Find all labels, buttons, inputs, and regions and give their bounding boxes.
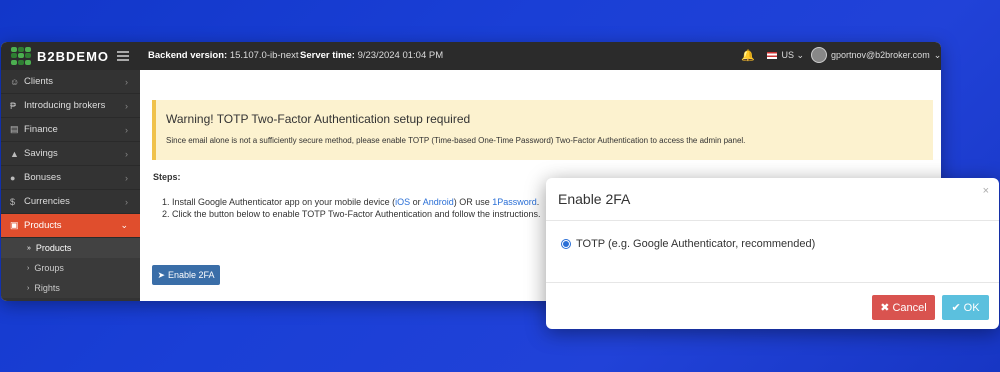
chevron-right-icon: › bbox=[125, 148, 128, 159]
close-icon[interactable]: × bbox=[983, 185, 989, 197]
sidebar-item-label: Currencies bbox=[24, 196, 70, 207]
logo-icon bbox=[11, 47, 31, 65]
sidebar-subitem-rights[interactable]: › Rights bbox=[1, 278, 140, 298]
modal-title: Enable 2FA bbox=[558, 191, 631, 207]
menu-toggle-icon[interactable] bbox=[117, 51, 129, 63]
sidebar-item-clients[interactable]: ☺ Clients › bbox=[1, 70, 140, 94]
sidebar-subitem-label: Groups bbox=[34, 263, 64, 273]
sidebar-item-savings[interactable]: ▲ Savings › bbox=[1, 142, 140, 166]
brand-name: B2BDEMO bbox=[37, 48, 110, 64]
server-label: Server time: bbox=[300, 50, 355, 61]
server-time: Server time: 9/23/2024 01:04 PM bbox=[300, 50, 443, 61]
step-1-or: or bbox=[412, 197, 421, 207]
steps-title: Steps: bbox=[153, 172, 181, 182]
chevron-down-icon: ⌄ bbox=[796, 50, 805, 60]
sidebar-item-label: Clients bbox=[24, 76, 54, 87]
dollar-icon: $ bbox=[10, 196, 16, 207]
bonus-icon: ● bbox=[10, 172, 16, 183]
savings-icon: ▲ bbox=[10, 148, 19, 159]
money-icon: ▤ bbox=[10, 124, 19, 134]
sidebar-item-bonuses[interactable]: ● Bonuses › bbox=[1, 166, 140, 190]
warning-title: Warning! TOTP Two-Factor Authentication … bbox=[166, 112, 471, 126]
ib-icon: ₱ bbox=[10, 100, 17, 111]
warning-text: Since email alone is not a sufficiently … bbox=[166, 136, 746, 145]
language-selector[interactable]: US ⌄ bbox=[767, 50, 804, 61]
arrow-right-icon: › bbox=[27, 264, 30, 272]
sidebar-subitem-label: Rights bbox=[34, 283, 60, 293]
sidebar-item-currencies[interactable]: $ Currencies › bbox=[1, 190, 140, 214]
ok-button[interactable]: ✔ OK bbox=[942, 295, 989, 320]
brand[interactable]: B2BDEMO bbox=[11, 47, 109, 65]
chevron-down-icon: ⌄ bbox=[933, 49, 941, 60]
divider bbox=[546, 282, 999, 283]
totp-radio[interactable] bbox=[561, 239, 571, 249]
chevron-down-icon: ⌄ bbox=[120, 220, 128, 230]
enable-2fa-button[interactable]: ➤ Enable 2FA bbox=[152, 265, 220, 285]
backend-label: Backend version: bbox=[148, 50, 228, 61]
sidebar-item-label: Bonuses bbox=[24, 172, 61, 183]
server-value: 9/23/2024 01:04 PM bbox=[357, 50, 444, 61]
sidebar: ☺ Clients › ₱ Introducing brokers › ▤ Fi… bbox=[1, 70, 140, 301]
divider bbox=[546, 220, 999, 221]
sidebar-item-label: Savings bbox=[24, 148, 58, 159]
arrow-right-icon: › bbox=[27, 284, 30, 292]
step-1-suffix: . bbox=[536, 197, 540, 207]
steps-list: 1. Install Google Authenticator app on y… bbox=[162, 196, 541, 220]
android-link[interactable]: Android bbox=[423, 197, 454, 207]
arrow-circle-icon: ➤ bbox=[157, 269, 165, 280]
sidebar-item-introducing-brokers[interactable]: ₱ Introducing brokers › bbox=[1, 94, 140, 118]
ok-label: OK bbox=[963, 301, 980, 314]
sidebar-item-finance[interactable]: ▤ Finance › bbox=[1, 118, 140, 142]
step-2: 2. Click the button below to enable TOTP… bbox=[162, 209, 541, 219]
check-icon: ✔ bbox=[951, 302, 961, 314]
totp-label: TOTP (e.g. Google Authenticator, recomme… bbox=[576, 238, 816, 250]
step-1-mid: ) OR use bbox=[453, 197, 490, 207]
bell-icon[interactable]: 🔔 bbox=[741, 49, 755, 62]
sidebar-item-products[interactable]: ▣ Products ⌄ bbox=[1, 214, 140, 238]
cancel-button[interactable]: ✖ Cancel bbox=[872, 295, 935, 320]
chevron-right-icon: › bbox=[125, 196, 128, 207]
totp-option[interactable]: TOTP (e.g. Google Authenticator, recomme… bbox=[561, 238, 815, 250]
arrow-right-icon: » bbox=[27, 244, 31, 252]
chevron-right-icon: › bbox=[125, 100, 128, 111]
step-1-text: 1. Install Google Authenticator app on y… bbox=[162, 197, 396, 207]
top-navbar: B2BDEMO Backend version: 15.107.0-ib-nex… bbox=[1, 42, 941, 70]
warning-alert: Warning! TOTP Two-Factor Authentication … bbox=[152, 100, 933, 160]
enable-2fa-label: Enable 2FA bbox=[168, 270, 215, 280]
sidebar-item-label: Introducing brokers bbox=[24, 100, 106, 111]
language-label: US bbox=[781, 50, 795, 60]
us-flag-icon bbox=[767, 52, 777, 60]
1password-link[interactable]: 1Password bbox=[492, 197, 537, 207]
user-menu[interactable]: gportnov@b2broker.com ⌄ bbox=[811, 47, 941, 63]
backend-version: Backend version: 15.107.0-ib-next bbox=[148, 50, 299, 61]
sidebar-item-label: Products bbox=[24, 220, 62, 231]
sidebar-subitem-label: Products bbox=[35, 243, 72, 253]
user-email: gportnov@b2broker.com bbox=[831, 50, 930, 60]
close-icon: ✖ bbox=[880, 302, 890, 314]
users-icon: ☺ bbox=[10, 76, 20, 87]
cancel-label: Cancel bbox=[892, 301, 927, 314]
chevron-right-icon: › bbox=[125, 124, 128, 135]
avatar bbox=[811, 47, 827, 63]
enable-2fa-modal: Enable 2FA × TOTP (e.g. Google Authentic… bbox=[546, 178, 999, 329]
chevron-right-icon: › bbox=[125, 172, 128, 183]
bag-icon: ▣ bbox=[10, 220, 19, 230]
ios-link[interactable]: iOS bbox=[395, 197, 410, 207]
sidebar-item-label: Finance bbox=[24, 124, 58, 135]
sidebar-subitem-products[interactable]: » Products bbox=[1, 238, 140, 258]
backend-value: 15.107.0-ib-next bbox=[229, 50, 299, 61]
step-1: 1. Install Google Authenticator app on y… bbox=[162, 196, 541, 208]
chevron-right-icon: › bbox=[125, 76, 128, 87]
sidebar-subitem-groups[interactable]: › Groups bbox=[1, 258, 140, 278]
